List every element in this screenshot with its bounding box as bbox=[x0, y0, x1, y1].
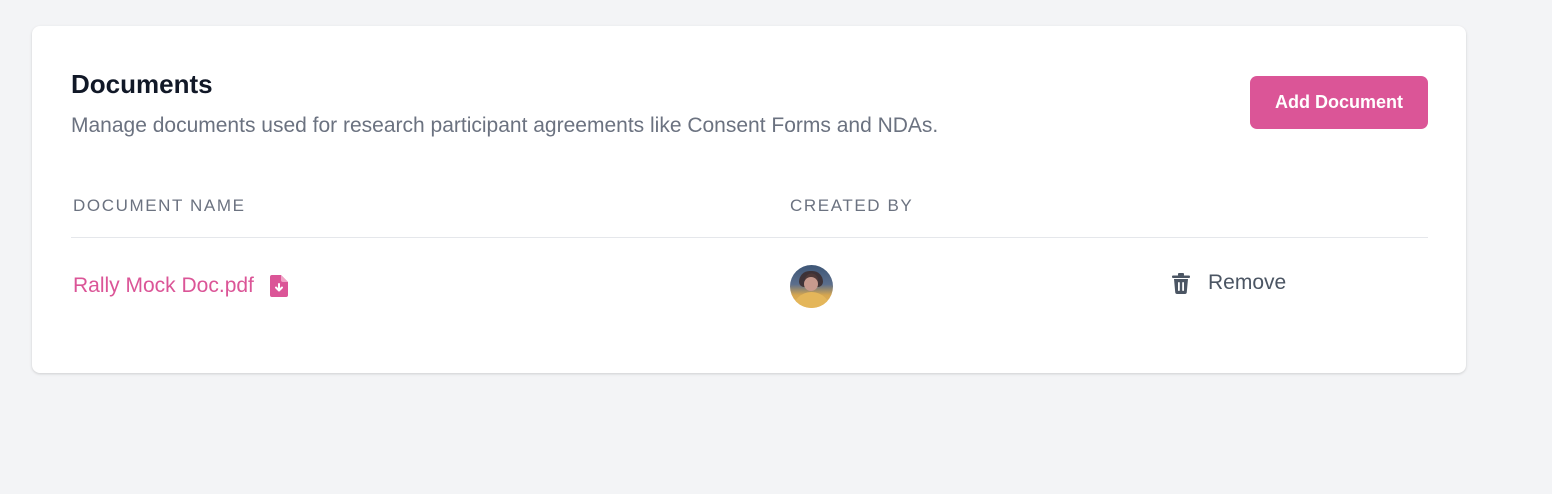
remove-label: Remove bbox=[1208, 271, 1287, 294]
document-link[interactable]: Rally Mock Doc.pdf bbox=[73, 274, 288, 298]
page-description: Manage documents used for research parti… bbox=[71, 114, 939, 137]
avatar[interactable] bbox=[790, 265, 833, 308]
column-header-document-name: DOCUMENT NAME bbox=[73, 196, 246, 215]
column-header-created-by: CREATED BY bbox=[790, 196, 914, 215]
documents-card: Documents Manage documents used for rese… bbox=[32, 26, 1466, 373]
remove-button[interactable]: Remove bbox=[1172, 271, 1286, 295]
add-document-button[interactable]: Add Document bbox=[1250, 76, 1428, 129]
table-row: Rally Mock Doc.pdf Remove bbox=[71, 238, 1428, 334]
file-download-icon[interactable] bbox=[269, 275, 288, 297]
trash-icon bbox=[1172, 272, 1190, 294]
document-name: Rally Mock Doc.pdf bbox=[73, 274, 254, 297]
page-title: Documents bbox=[71, 69, 213, 99]
